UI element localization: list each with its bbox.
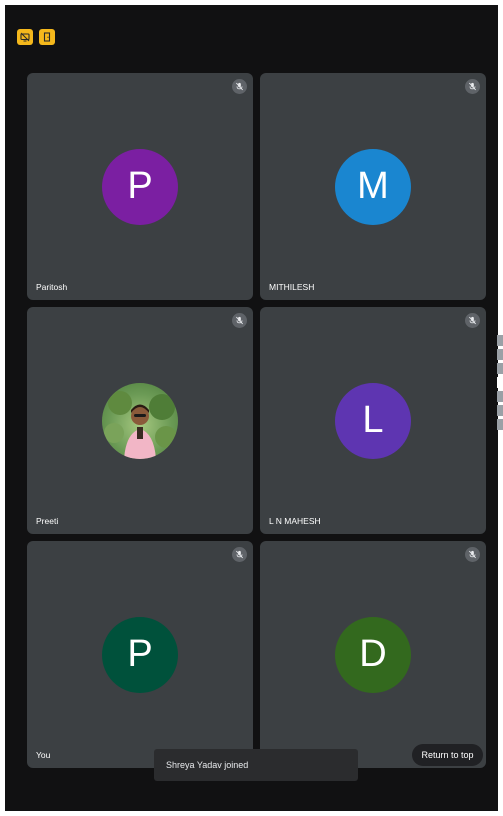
- participant-grid: P Paritosh M MITHILESH Preeti L L N MAHE…: [27, 73, 486, 768]
- avatar: P: [102, 616, 178, 693]
- participant-name: You: [36, 750, 51, 760]
- return-to-top-button[interactable]: Return to top: [412, 744, 483, 766]
- meeting-screen: P Paritosh M MITHILESH Preeti L L N MAHE…: [5, 5, 498, 811]
- participant-name: Preeti: [36, 516, 59, 526]
- door-icon[interactable]: [39, 29, 55, 45]
- mic-off-icon: [465, 79, 480, 94]
- participant-tile[interactable]: Preeti: [27, 307, 253, 534]
- avatar-photo: [102, 382, 178, 459]
- avatar: L: [335, 382, 411, 459]
- mic-off-icon: [232, 79, 247, 94]
- participant-name: Paritosh: [36, 282, 68, 292]
- screen-share-off-icon[interactable]: [17, 29, 33, 45]
- page-scroll-indicator[interactable]: [497, 335, 503, 430]
- participant-tile[interactable]: M MITHILESH: [260, 73, 486, 300]
- top-status-icons: [17, 29, 55, 45]
- participant-tile[interactable]: D: [260, 541, 486, 768]
- mic-off-icon: [232, 313, 247, 328]
- participant-tile[interactable]: L L N MAHESH: [260, 307, 486, 534]
- avatar: P: [102, 148, 178, 225]
- participant-name: L N MAHESH: [269, 516, 321, 526]
- page-dot[interactable]: [497, 335, 503, 346]
- mic-off-icon: [465, 313, 480, 328]
- page-dot-active[interactable]: [497, 377, 503, 388]
- join-notification-toast: Shreya Yadav joined: [154, 749, 358, 781]
- participant-name: MITHILESH: [269, 282, 315, 292]
- mic-off-icon: [232, 547, 247, 562]
- page-dot[interactable]: [497, 349, 503, 360]
- page-dot[interactable]: [497, 419, 503, 430]
- page-dot[interactable]: [497, 363, 503, 374]
- avatar: D: [335, 616, 411, 693]
- toast-text: Shreya Yadav joined: [166, 760, 249, 770]
- mic-off-icon: [465, 547, 480, 562]
- page-dot[interactable]: [497, 391, 503, 402]
- page-dot[interactable]: [497, 405, 503, 416]
- return-to-top-label: Return to top: [421, 750, 474, 760]
- avatar: M: [335, 148, 411, 225]
- participant-tile[interactable]: P Paritosh: [27, 73, 253, 300]
- participant-tile-self[interactable]: P You: [27, 541, 253, 768]
